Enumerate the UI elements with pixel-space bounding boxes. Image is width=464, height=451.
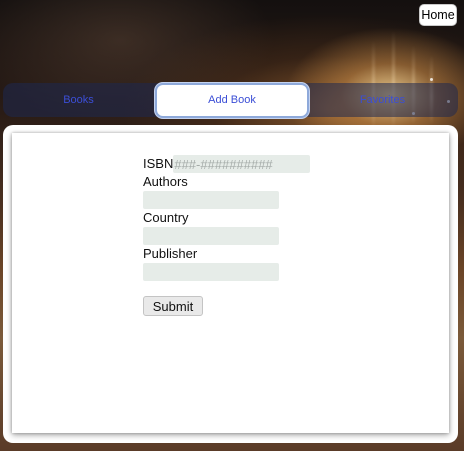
country-label: Country xyxy=(143,210,189,225)
main-panel: ISBN Authors Country Publisher Submit xyxy=(3,125,458,443)
authors-label: Authors xyxy=(143,174,188,189)
authors-input[interactable] xyxy=(143,191,279,209)
isbn-label: ISBN xyxy=(143,156,174,171)
add-book-card: ISBN Authors Country Publisher Submit xyxy=(12,133,449,433)
submit-button[interactable]: Submit xyxy=(143,296,203,316)
publisher-label: Publisher xyxy=(143,246,198,261)
country-input[interactable] xyxy=(143,227,279,245)
background-sparkle xyxy=(430,78,433,81)
tab-add-book[interactable]: Add Book xyxy=(155,83,309,118)
home-button[interactable]: Home xyxy=(419,4,457,26)
isbn-input[interactable] xyxy=(173,155,311,173)
publisher-input[interactable] xyxy=(143,263,279,281)
tab-books[interactable]: Books xyxy=(3,83,154,117)
isbn-row: ISBN xyxy=(143,155,343,173)
tab-favorites[interactable]: Favorites xyxy=(307,83,458,117)
tab-bar: Books Add Book Favorites xyxy=(3,83,458,118)
add-book-form: ISBN Authors Country Publisher Submit xyxy=(143,155,343,316)
